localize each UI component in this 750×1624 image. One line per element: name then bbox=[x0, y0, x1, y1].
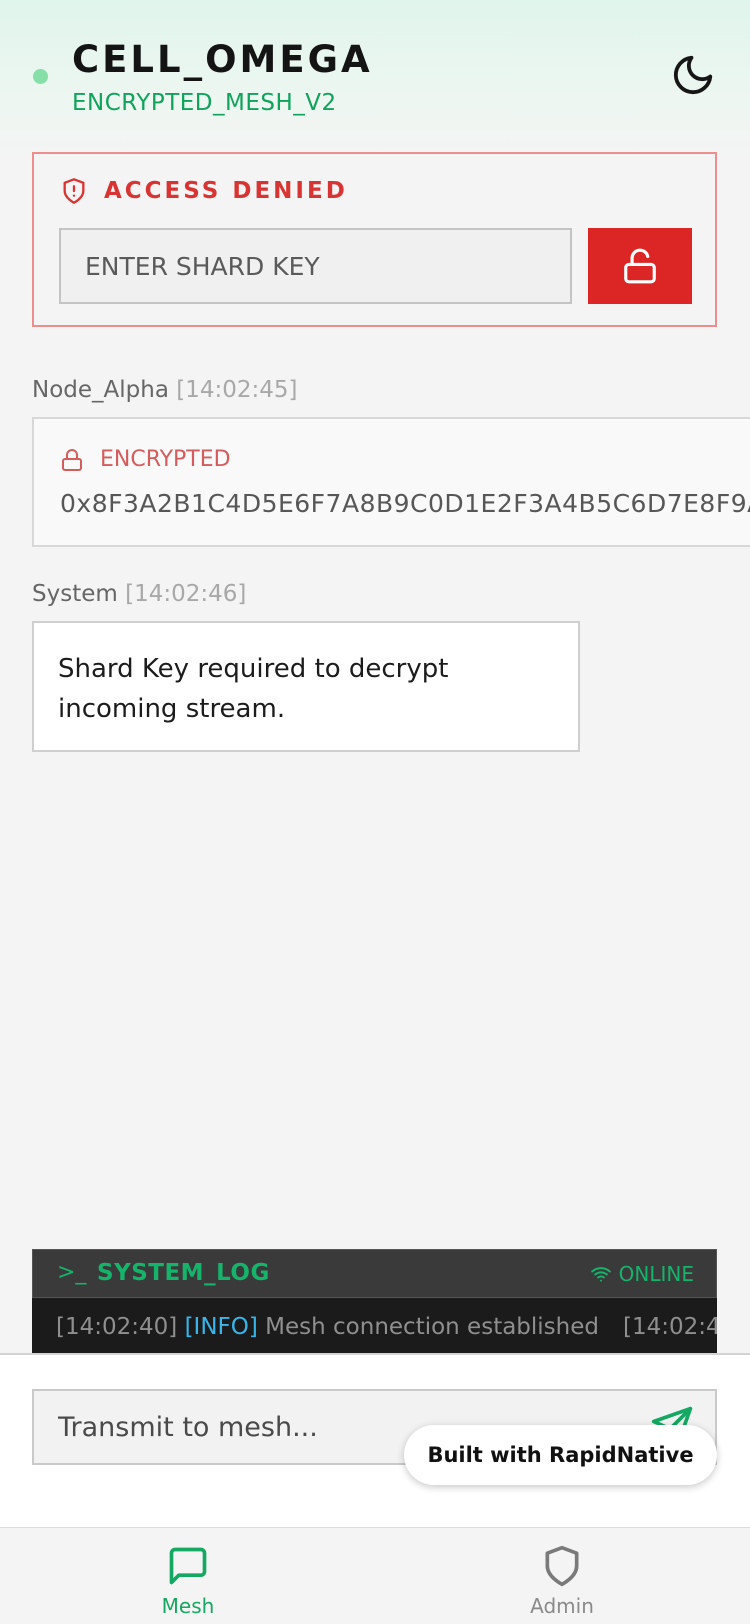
message-timestamp: [14:02:45] bbox=[176, 377, 298, 403]
online-status-text: ONLINE bbox=[618, 1262, 694, 1286]
tab-mesh-label: Mesh bbox=[161, 1594, 215, 1618]
log-time: [14:02:41] bbox=[623, 1314, 717, 1340]
header: CELL_OMEGA ENCRYPTED_MESH_V2 bbox=[0, 0, 750, 160]
chat-icon bbox=[169, 1547, 207, 1585]
system-message-card: Shard Key required to decrypt incoming s… bbox=[32, 621, 580, 752]
access-denied-title: ACCESS DENIED bbox=[104, 178, 348, 204]
message-meta: Node_Alpha [14:02:45] bbox=[32, 377, 297, 403]
system-log-header[interactable]: >_ SYSTEM_LOG ONLINE bbox=[32, 1249, 717, 1298]
unlock-icon bbox=[624, 248, 656, 284]
log-text: Mesh connection established bbox=[265, 1314, 599, 1340]
screen: CELL_OMEGA ENCRYPTED_MESH_V2 ACCESS DENI… bbox=[0, 0, 750, 1624]
system-log-title: SYSTEM_LOG bbox=[97, 1260, 270, 1286]
tab-bar: Mesh Admin bbox=[0, 1527, 750, 1624]
access-denied-header: ACCESS DENIED bbox=[60, 176, 348, 206]
moon-icon[interactable] bbox=[670, 52, 716, 98]
shield-icon bbox=[545, 1545, 579, 1587]
lock-icon bbox=[62, 448, 82, 471]
encrypted-payload: 0x8F3A2B1C4D5E6F7A8B9C0D1E2F3A4B5C6D7E8F… bbox=[60, 489, 750, 518]
tab-admin[interactable]: Admin bbox=[492, 1544, 632, 1618]
system-log-body: [14:02:40] [INFO] Mesh connection establ… bbox=[32, 1298, 717, 1353]
log-entry: [14:02:40] [INFO] Mesh connection establ… bbox=[56, 1314, 717, 1340]
system-message-text: Shard Key required to decrypt incoming s… bbox=[58, 654, 449, 724]
log-level: [INFO] bbox=[184, 1314, 258, 1340]
status-indicator bbox=[33, 69, 48, 84]
unlock-button[interactable] bbox=[588, 228, 692, 304]
message-sender: System bbox=[32, 581, 118, 607]
encrypted-label-text: ENCRYPTED bbox=[100, 447, 231, 472]
log-time: [14:02:40] bbox=[56, 1314, 178, 1340]
online-status: ONLINE bbox=[590, 1262, 694, 1286]
wifi-icon bbox=[590, 1267, 611, 1282]
app-subtitle: ENCRYPTED_MESH_V2 bbox=[72, 90, 337, 116]
message-meta: System [14:02:46] bbox=[32, 581, 246, 607]
message-timestamp: [14:02:46] bbox=[125, 581, 247, 607]
access-denied-card: ACCESS DENIED bbox=[32, 152, 717, 327]
message-sender: Node_Alpha bbox=[32, 377, 169, 403]
encrypted-message-card[interactable]: ENCRYPTED 0x8F3A2B1C4D5E6F7A8B9C0D1E2F3A… bbox=[32, 417, 750, 547]
encrypted-label: ENCRYPTED bbox=[60, 447, 231, 472]
app-title: CELL_OMEGA bbox=[72, 38, 373, 81]
terminal-icon: >_ bbox=[57, 1260, 87, 1285]
built-with-badge[interactable]: Built with RapidNative bbox=[404, 1425, 717, 1485]
shard-key-input[interactable] bbox=[59, 228, 572, 304]
shield-alert-icon bbox=[63, 178, 85, 204]
tab-admin-label: Admin bbox=[530, 1594, 594, 1618]
tab-mesh[interactable]: Mesh bbox=[118, 1544, 258, 1618]
